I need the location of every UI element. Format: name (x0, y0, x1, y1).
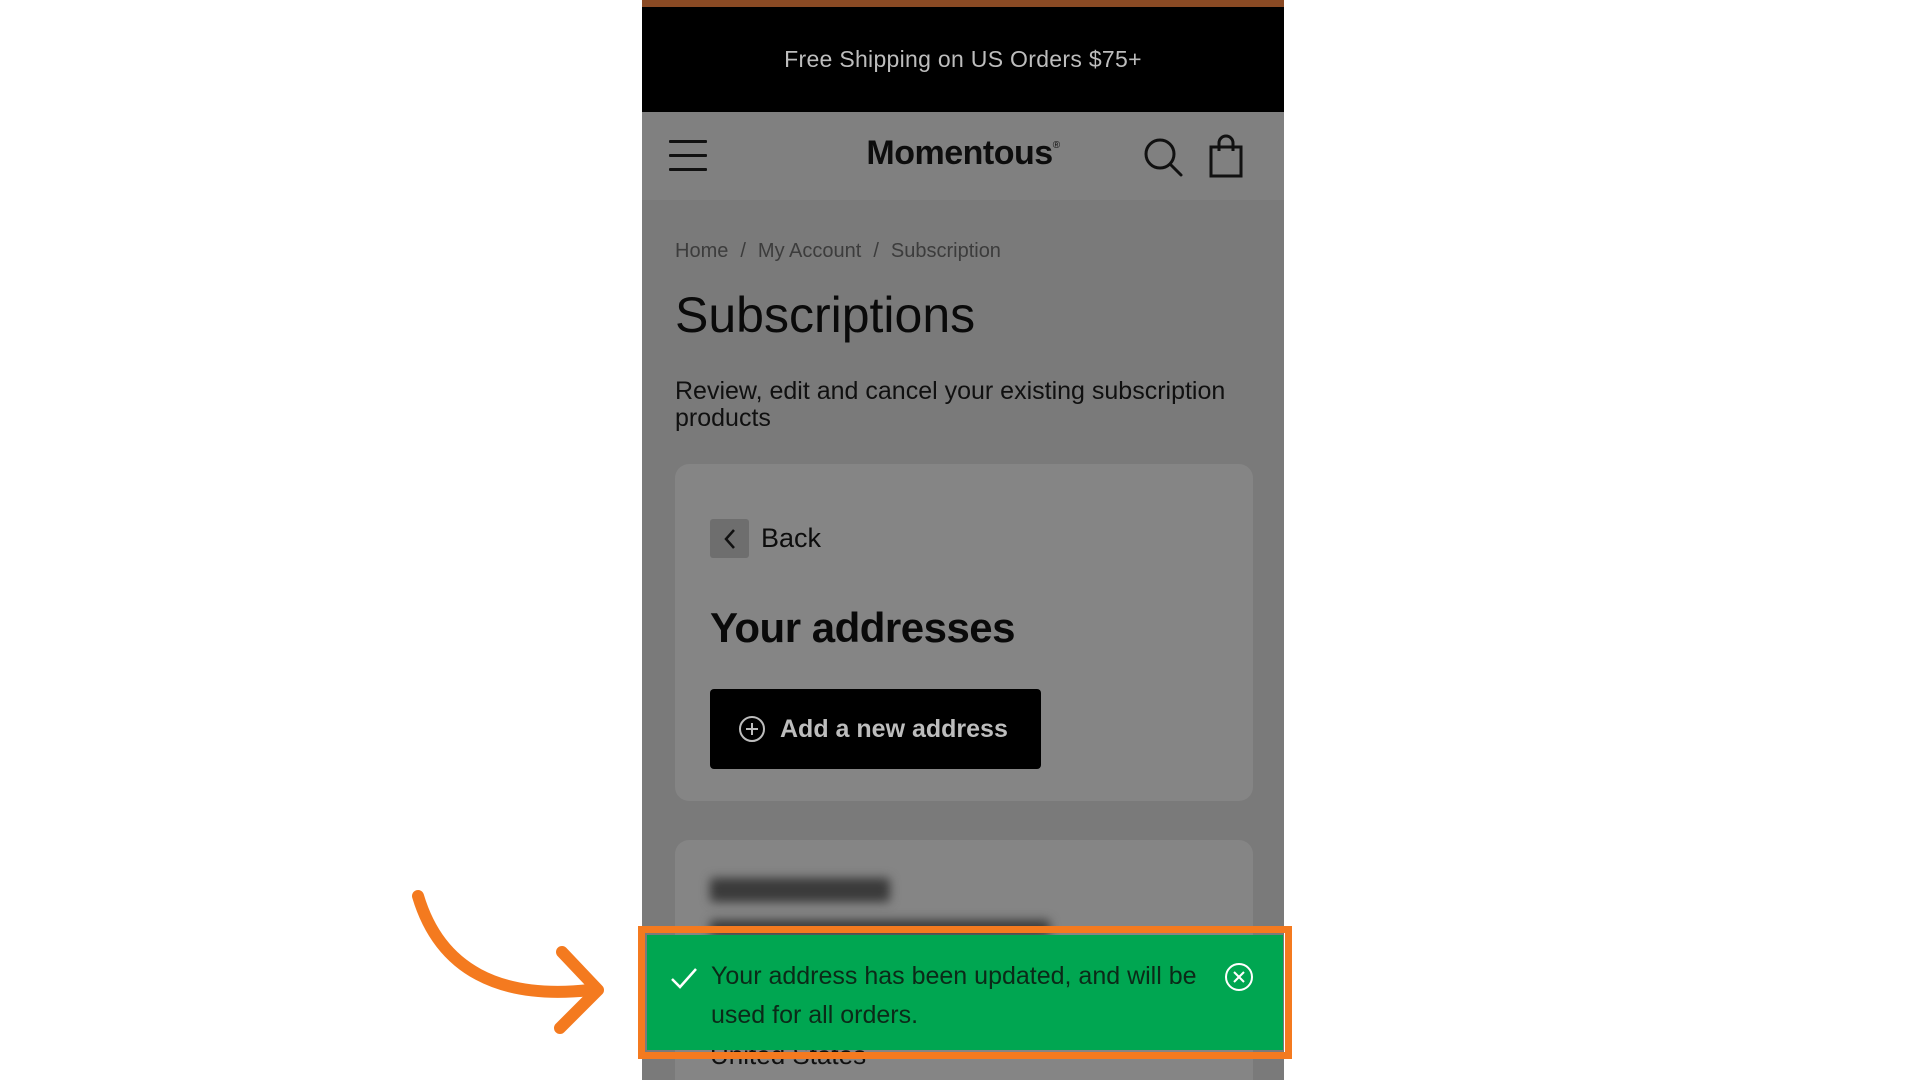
breadcrumb: Home / My Account / Subscription (675, 240, 1001, 262)
breadcrumb-home[interactable]: Home (675, 240, 728, 262)
plus-circle-icon (739, 716, 765, 742)
promo-text: Free Shipping on US Orders $75+ (784, 46, 1142, 72)
top-accent-bar (642, 0, 1284, 7)
add-address-label: Add a new address (780, 714, 1008, 743)
breadcrumb-subscription: Subscription (890, 240, 1001, 262)
highlight-frame (638, 926, 1292, 1059)
chevron-left-icon (710, 519, 749, 558)
arrow-icon (412, 890, 604, 1034)
back-button[interactable]: Back (710, 519, 821, 558)
site-header: Momentous® (642, 112, 1284, 200)
breadcrumb-my-account[interactable]: My Account (758, 240, 861, 262)
promo-bar: Free Shipping on US Orders $75+ (642, 7, 1284, 112)
redacted-name (710, 878, 890, 902)
bag-icon[interactable] (1208, 134, 1244, 178)
page-description: Review, edit and cancel your existing su… (675, 377, 1226, 432)
back-label: Back (761, 523, 822, 553)
page-title: Subscriptions (675, 287, 976, 343)
addresses-card: Back Your addresses Add a new address (675, 464, 1253, 801)
search-icon[interactable] (1142, 136, 1184, 178)
mobile-viewport: Free Shipping on US Orders $75+ Momentou… (642, 0, 1284, 1080)
add-address-button[interactable]: Add a new address (710, 689, 1041, 769)
logo[interactable]: Momentous® (642, 134, 1284, 173)
addresses-title: Your addresses (710, 604, 1016, 651)
